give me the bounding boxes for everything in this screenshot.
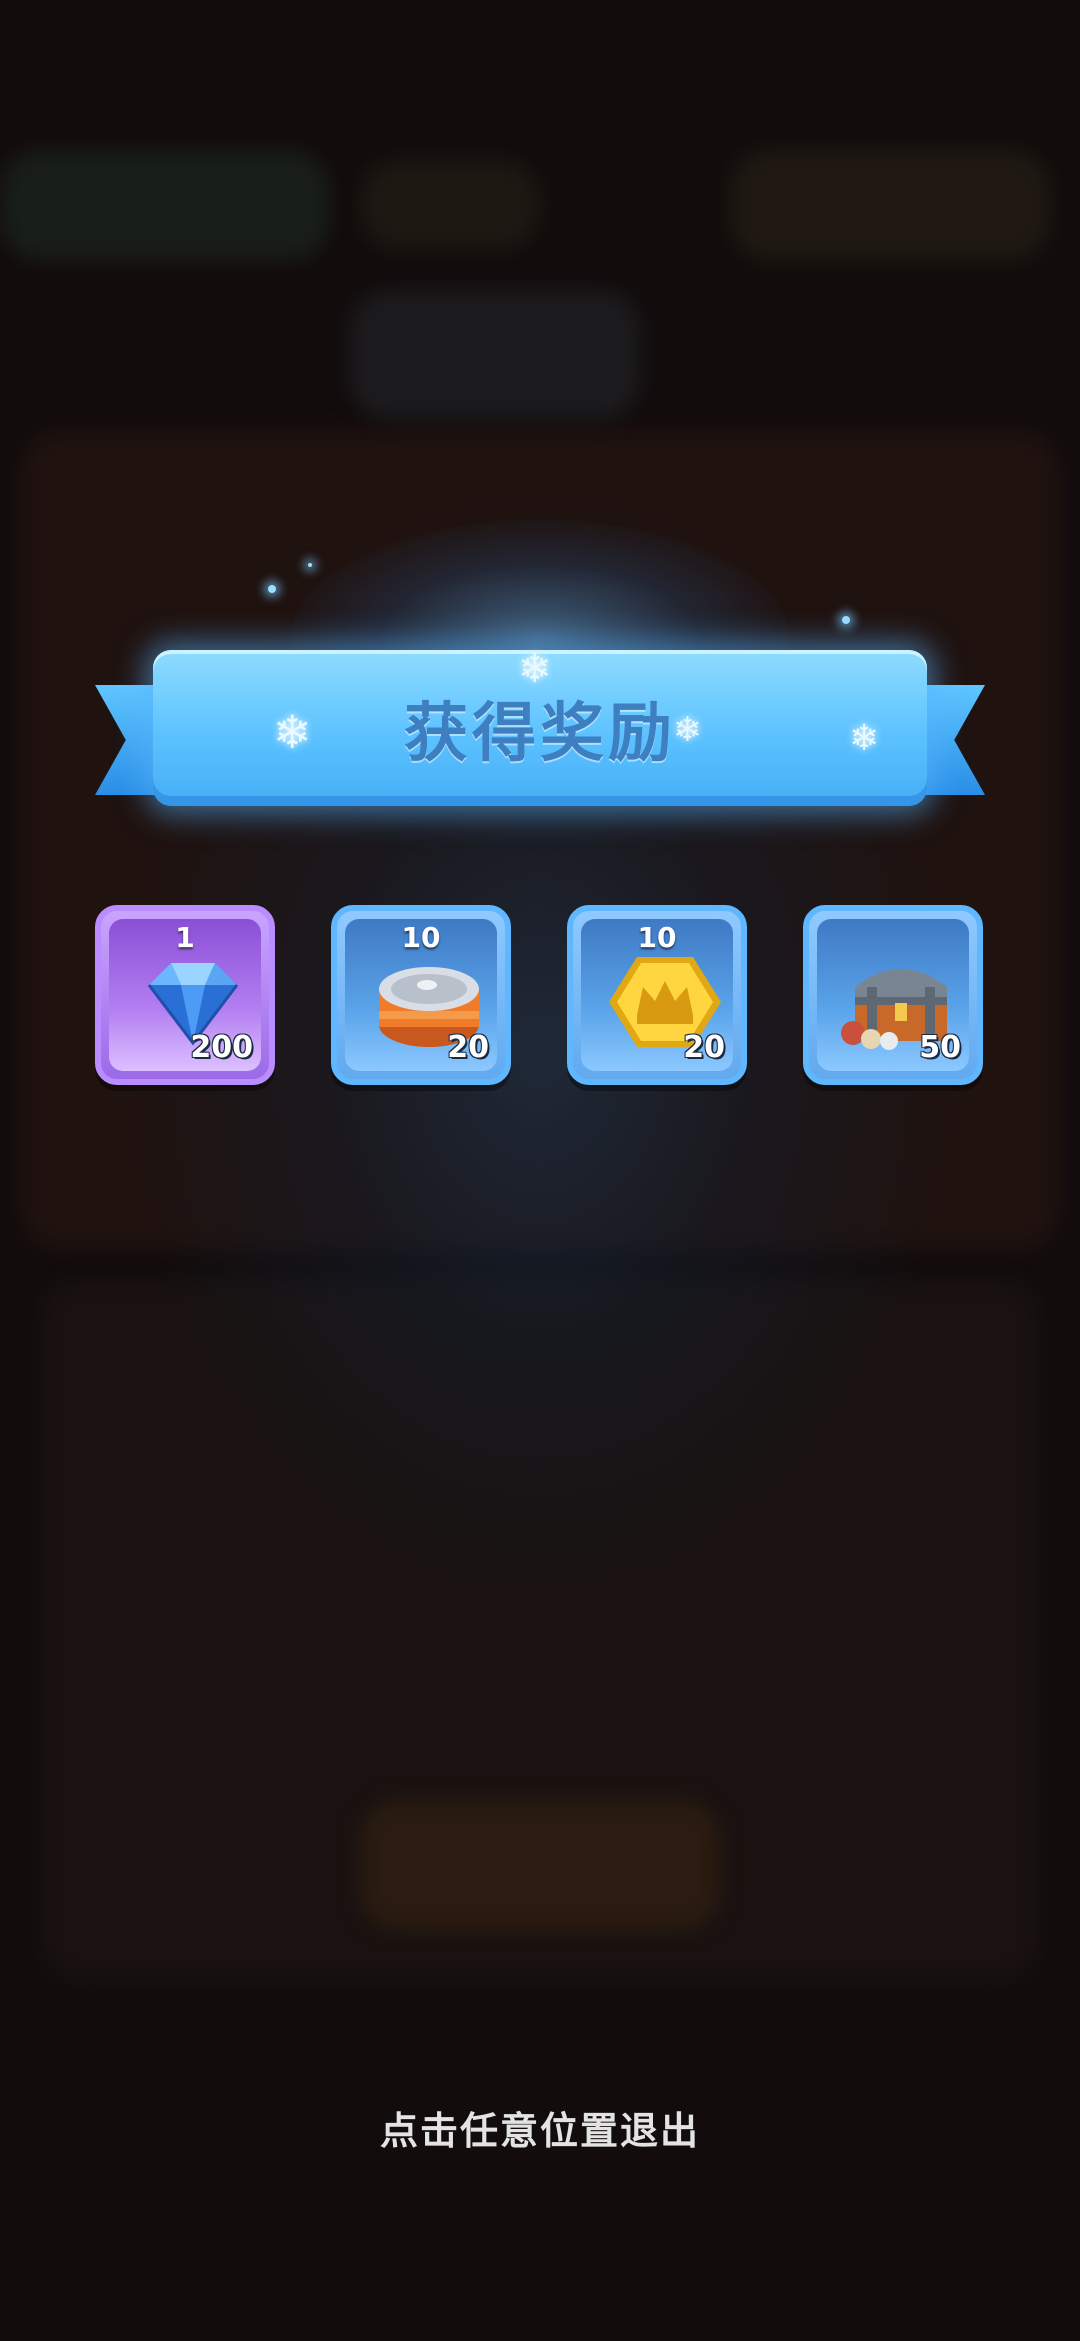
snowflake-icon: ❄ xyxy=(518,646,552,692)
reward-item-background: 50 xyxy=(817,919,969,1071)
reward-item-background: 10 20 xyxy=(345,919,497,1071)
reward-item-diamond[interactable]: 1 200 xyxy=(95,905,275,1085)
sparkle xyxy=(308,563,312,567)
reward-count-bottom: 50 xyxy=(919,1030,961,1065)
reward-count-bottom: 20 xyxy=(683,1030,725,1065)
sparkle xyxy=(268,585,276,593)
reward-count-top: 10 xyxy=(401,921,441,954)
snowflake-icon: ❄ xyxy=(273,705,312,759)
sparkle xyxy=(842,616,850,624)
snowflake-icon: ❄ xyxy=(849,718,880,759)
reward-item-canned-food[interactable]: 10 20 xyxy=(331,905,511,1085)
reward-count-top: 1 xyxy=(175,921,195,954)
reward-list: 1 200 10 20 10 20 50 xyxy=(95,905,985,1090)
popup-overlay[interactable] xyxy=(0,0,1080,2341)
snowflake-icon: ❄ xyxy=(673,710,702,750)
reward-item-background: 10 20 xyxy=(581,919,733,1071)
reward-banner: ❄ ❄ ❄ ❄ 获得奖励 xyxy=(95,646,985,820)
reward-count-top: 10 xyxy=(637,921,677,954)
reward-count-bottom: 200 xyxy=(190,1030,253,1065)
banner-plate: ❄ ❄ ❄ ❄ 获得奖励 xyxy=(153,646,927,806)
reward-item-treasure-chest[interactable]: 50 xyxy=(803,905,983,1085)
reward-item-background: 1 200 xyxy=(109,919,261,1071)
tap-to-exit-hint[interactable]: 点击任意位置退出 xyxy=(0,2100,1080,2155)
reward-count-bottom: 20 xyxy=(447,1030,489,1065)
banner-title: 获得奖励 xyxy=(404,697,676,771)
reward-item-crown-token[interactable]: 10 20 xyxy=(567,905,747,1085)
